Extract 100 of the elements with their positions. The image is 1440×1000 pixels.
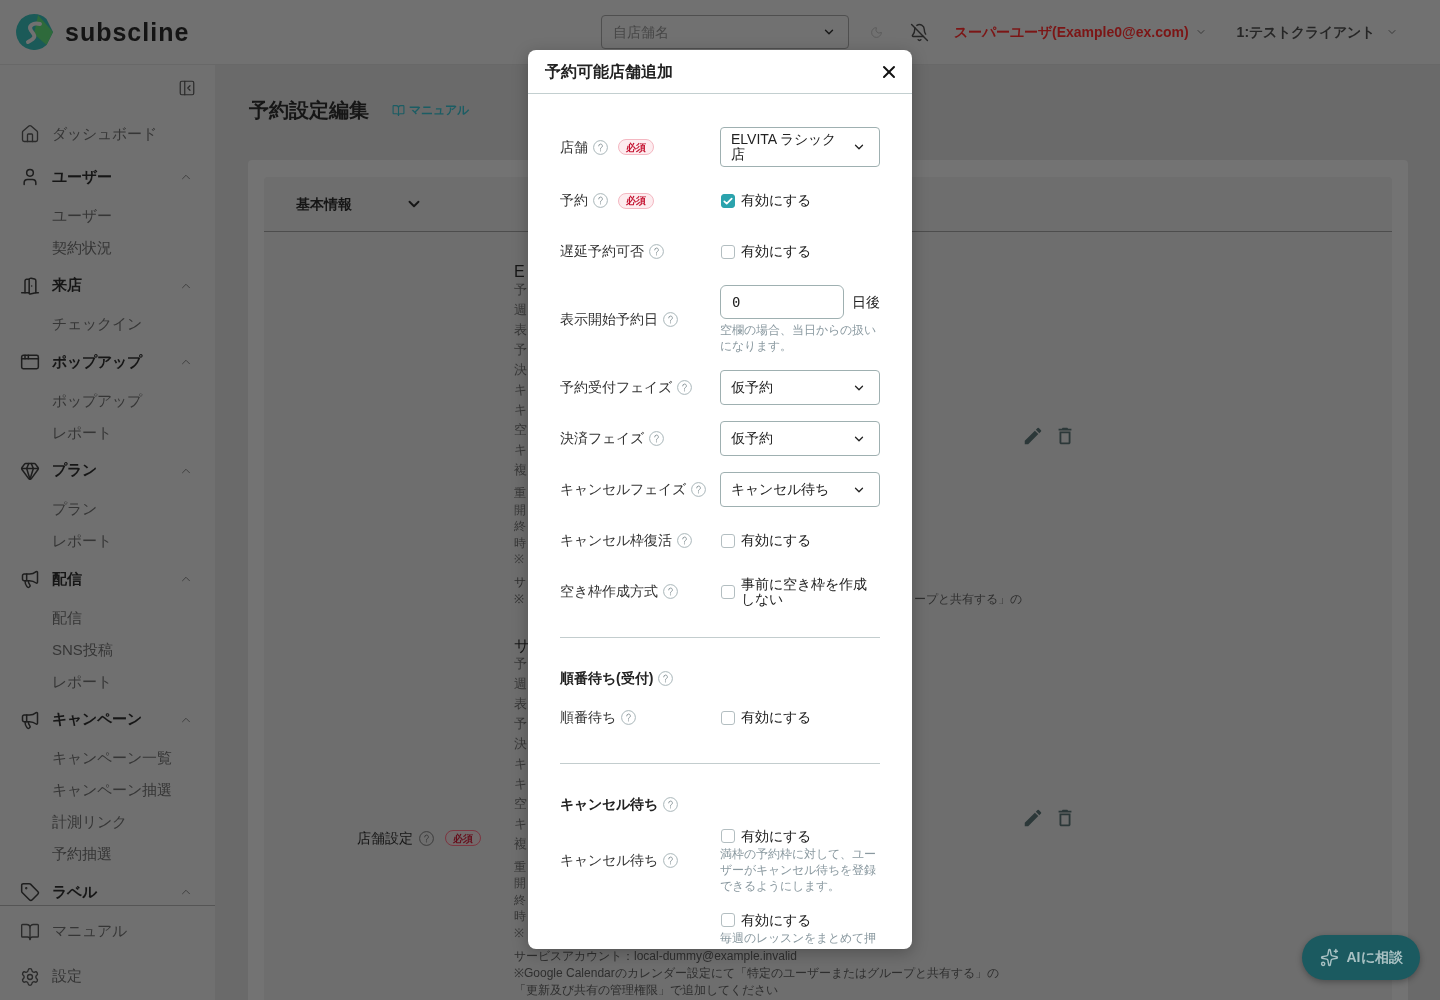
sidebar-group[interactable]: プラン bbox=[0, 452, 215, 489]
window-icon bbox=[20, 352, 40, 372]
checkbox-label: 有効にする bbox=[741, 533, 811, 548]
note-text: ※ bbox=[514, 551, 524, 568]
check-icon bbox=[723, 195, 733, 206]
door-icon bbox=[20, 275, 40, 296]
hint-text: 満枠の予約枠に対して、ユーザーがキャンセル待ちを登録できるようにします。 bbox=[720, 846, 877, 894]
help-icon[interactable] bbox=[677, 380, 692, 395]
settings-icon bbox=[20, 966, 40, 987]
modal-title: 予約可能店舗追加 bbox=[545, 61, 673, 82]
field-label: 店舗 bbox=[560, 137, 588, 157]
sidebar-group[interactable]: キャンペーン bbox=[0, 701, 215, 738]
sidebar-group[interactable]: 配信 bbox=[0, 561, 215, 597]
field-label: 表示開始予約日 bbox=[560, 310, 658, 329]
section-toggle[interactable]: 基本情報 bbox=[296, 193, 423, 215]
field-label: 遅延予約可否 bbox=[560, 242, 644, 261]
user-menu[interactable]: スーパーユーザ(Example0@ex.com) bbox=[954, 21, 1207, 43]
hint-text: 空欄の場合、当日からの扱いになります。 bbox=[720, 322, 877, 354]
note-text: ※ bbox=[514, 924, 524, 941]
select-field[interactable]: 仮予約 bbox=[720, 370, 880, 405]
field-label: キャンセルフェイズ bbox=[560, 480, 686, 499]
checkbox-label: 有効にする bbox=[741, 828, 811, 844]
megaphone-icon bbox=[20, 709, 40, 730]
sidebar-item[interactable]: マニュアル bbox=[0, 909, 215, 954]
help-icon[interactable] bbox=[663, 584, 678, 599]
help-icon[interactable] bbox=[593, 193, 608, 208]
help-icon[interactable] bbox=[649, 431, 664, 446]
page-title: 予約設定編集 bbox=[249, 98, 369, 123]
field-label: 空き枠作成方式 bbox=[560, 582, 658, 601]
checkbox-label: 有効にする bbox=[741, 193, 811, 208]
sidebar-subitem[interactable]: 配信 bbox=[0, 602, 215, 634]
checkbox[interactable] bbox=[721, 533, 735, 548]
sidebar-group[interactable]: ポップアップ bbox=[0, 344, 215, 380]
logo-text: subscline bbox=[65, 17, 190, 47]
required-badge: 必須 bbox=[445, 830, 481, 846]
user-icon bbox=[20, 167, 40, 187]
checkbox-label: 有効にする bbox=[741, 710, 811, 725]
gem-icon bbox=[20, 460, 40, 481]
bell-off-icon[interactable] bbox=[910, 22, 929, 42]
checkbox[interactable] bbox=[721, 584, 735, 599]
help-icon[interactable] bbox=[593, 139, 608, 155]
help-icon[interactable] bbox=[663, 852, 678, 868]
required-badge: 必須 bbox=[618, 139, 654, 155]
checkbox[interactable] bbox=[721, 193, 735, 208]
checkbox[interactable] bbox=[721, 710, 735, 725]
collapse-sidebar-icon[interactable] bbox=[178, 79, 196, 97]
field-label: 予約受付フェイズ bbox=[560, 378, 672, 397]
sidebar-subitem[interactable]: チェックイン bbox=[0, 308, 215, 341]
sidebar-subitem[interactable]: ポップアップ bbox=[0, 385, 215, 417]
ai-consult-button[interactable]: AIに相談 bbox=[1302, 935, 1420, 980]
field-label: キャンセル枠復活 bbox=[560, 531, 672, 550]
sidebar-subitem[interactable]: 契約状況 bbox=[0, 232, 215, 264]
manual-link[interactable]: マニュアル bbox=[392, 101, 469, 119]
help-icon[interactable] bbox=[419, 830, 434, 846]
help-icon[interactable] bbox=[649, 244, 664, 259]
help-icon[interactable] bbox=[621, 710, 636, 725]
tag-icon bbox=[20, 882, 40, 902]
unit-text: 日後 bbox=[852, 292, 880, 312]
sparkle-icon bbox=[1319, 948, 1339, 967]
book-icon bbox=[20, 921, 40, 942]
logo-icon bbox=[16, 14, 53, 50]
sidebar-subitem[interactable]: ユーザー bbox=[0, 200, 215, 232]
field-label: 決済フェイズ bbox=[560, 429, 644, 448]
section-heading: 順番待ち(受付) bbox=[560, 668, 654, 688]
select-field[interactable]: 仮予約 bbox=[720, 421, 880, 456]
book-icon bbox=[392, 103, 405, 117]
field-label: 店舗設定 bbox=[357, 828, 413, 848]
help-icon[interactable] bbox=[691, 482, 706, 497]
calendar-note: ープと共有する」の bbox=[914, 592, 1022, 606]
help-icon[interactable] bbox=[663, 312, 678, 327]
client-menu[interactable]: 1:テストクライアント bbox=[1236, 21, 1399, 43]
megaphone-icon bbox=[20, 569, 40, 589]
number-input[interactable]: 0 bbox=[720, 285, 844, 319]
calendar-note: サ bbox=[514, 575, 526, 589]
required-badge: 必須 bbox=[618, 192, 654, 209]
sidebar-item[interactable]: 設定 bbox=[0, 954, 215, 999]
select-field[interactable]: キャンセル待ち bbox=[720, 472, 880, 507]
house-icon bbox=[20, 124, 40, 144]
checkbox[interactable] bbox=[721, 913, 735, 927]
help-icon[interactable] bbox=[677, 533, 692, 548]
field-label: 予約 bbox=[560, 191, 588, 210]
hint-text: 毎週のレッスンをまとめて押 bbox=[720, 930, 876, 946]
help-icon[interactable] bbox=[658, 670, 674, 686]
store-name: サ bbox=[514, 637, 530, 654]
sidebar-group[interactable]: 来店 bbox=[0, 267, 215, 304]
calendar-note: ※ bbox=[514, 592, 524, 606]
sidebar-group[interactable]: ユーザー bbox=[0, 159, 215, 195]
sidebar-subitem[interactable]: 予約抽選 bbox=[0, 838, 215, 871]
checkbox[interactable] bbox=[721, 829, 735, 843]
checkbox-label: 事前に空き枠を作成しない bbox=[741, 576, 868, 607]
help-icon[interactable] bbox=[663, 796, 678, 812]
checkbox[interactable] bbox=[721, 244, 735, 259]
sidebar-subitem[interactable]: プラン bbox=[0, 493, 215, 526]
sidebar-subitem[interactable]: SNS投稿 bbox=[0, 634, 215, 666]
select-field[interactable]: ELVITA ラシック店 bbox=[720, 127, 880, 167]
field-label: 順番待ち bbox=[560, 708, 616, 727]
sidebar-subitem[interactable]: 計測リンク bbox=[0, 806, 215, 839]
sidebar-item[interactable]: ダッシュボード bbox=[0, 115, 215, 153]
sidebar-group[interactable]: ラベル bbox=[0, 874, 215, 905]
field-label: キャンセル待ち bbox=[560, 850, 658, 870]
